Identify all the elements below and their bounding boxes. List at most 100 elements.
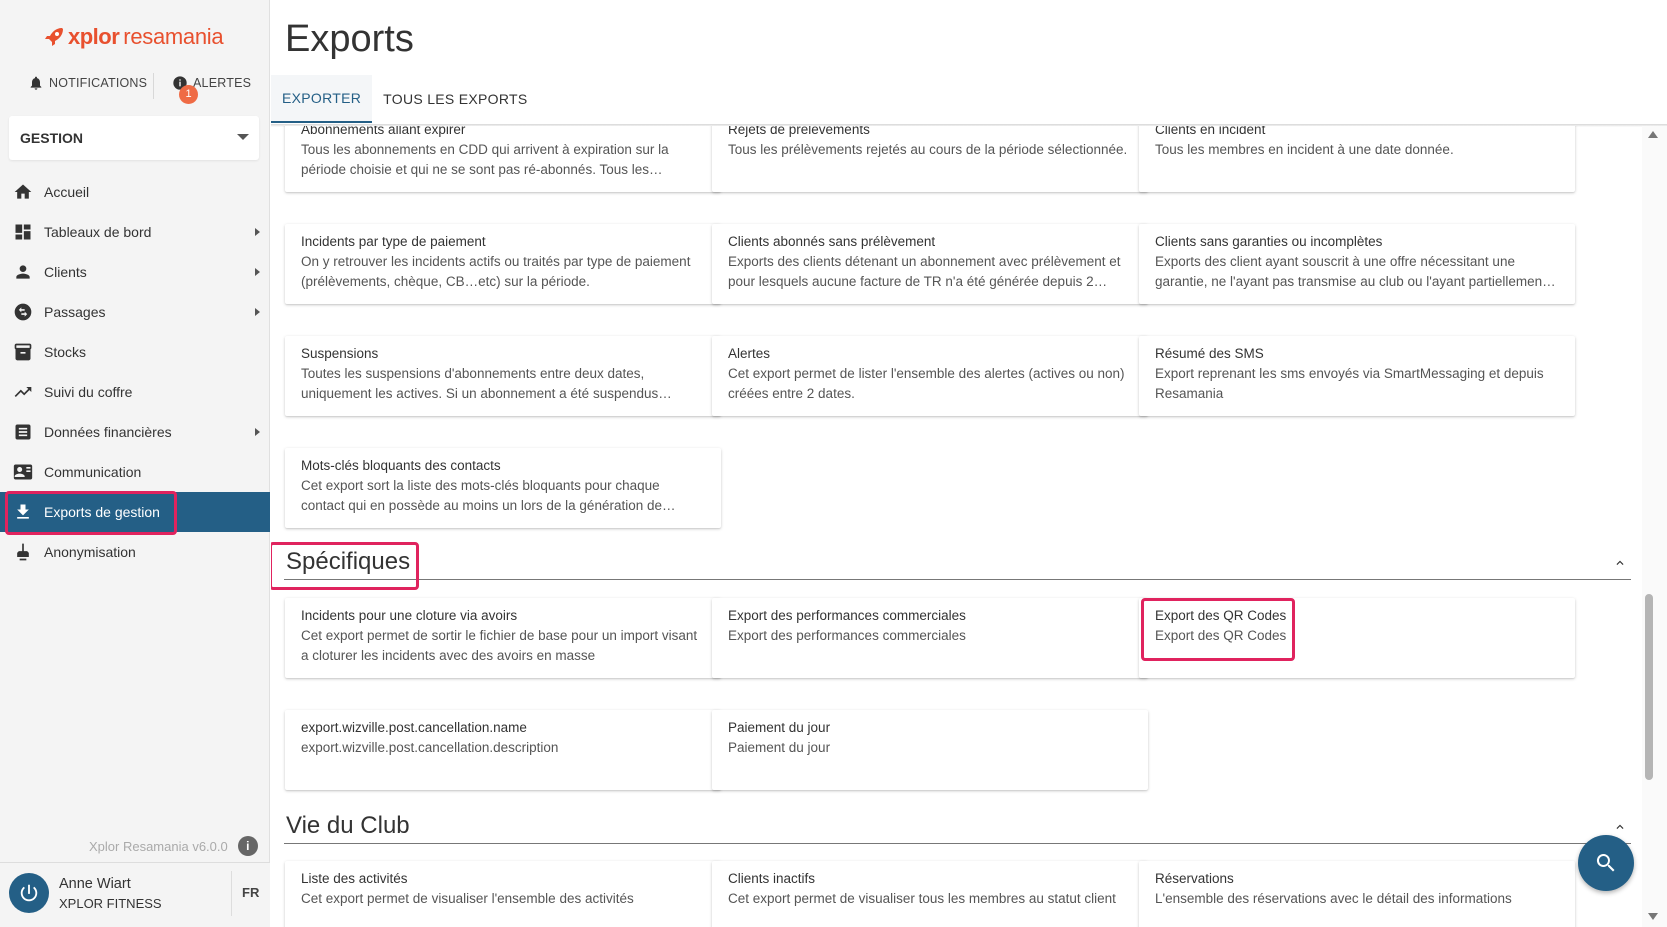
export-card-title: Paiement du jour: [728, 720, 831, 735]
sidebar-item-label: Stocks: [44, 344, 87, 360]
sidebar-item-exports-de-gestion[interactable]: Exports de gestion: [0, 492, 270, 532]
export-card-description: Exports des client ayant souscrit à une …: [1155, 254, 1556, 289]
sidebar-item-label: Accueil: [44, 184, 90, 200]
sidebar-item-tableaux-de-bord[interactable]: Tableaux de bord: [0, 212, 270, 252]
submenu-arrow-icon: [255, 308, 260, 316]
scroll-up-arrow-icon[interactable]: [1648, 131, 1658, 138]
exports-list: Abonnements allant expirer Tous les abon…: [271, 126, 1647, 927]
power-icon: [20, 884, 38, 902]
chevron-up-icon[interactable]: [1613, 820, 1627, 834]
export-card[interactable]: Réservations L'ensemble des réservations…: [1139, 861, 1575, 927]
export-card-description: export.wizville.post.cancellation.descri…: [301, 740, 559, 755]
export-card[interactable]: Clients en incident Tous les membres en …: [1139, 126, 1575, 192]
language-selector[interactable]: FR: [242, 885, 259, 900]
sidebar-item-label: Données financières: [44, 424, 172, 440]
swap-icon: [12, 301, 34, 323]
export-card[interactable]: Clients sans garanties ou incomplètes Ex…: [1139, 224, 1575, 304]
export-card[interactable]: Clients abonnés sans prélèvement Exports…: [712, 224, 1148, 304]
sidebar-item-anonymisation[interactable]: Anonymisation: [0, 532, 270, 572]
contact-card-icon: [12, 461, 34, 483]
export-card[interactable]: export.wizville.post.cancellation.name e…: [285, 710, 721, 790]
export-card-description: Cet export permet de visualiser l'ensemb…: [301, 891, 634, 906]
sidebar-item-communication[interactable]: Communication: [0, 452, 270, 492]
export-card[interactable]: Liste des activités Cet export permet de…: [285, 861, 721, 927]
export-card-title: Export des performances commerciales: [728, 608, 966, 623]
export-card[interactable]: Clients inactifs Cet export permet de vi…: [712, 861, 1148, 927]
sidebar-item-label: Exports de gestion: [44, 504, 160, 520]
sidebar-item-label: Communication: [44, 464, 142, 480]
sidebar-item-stocks[interactable]: Stocks: [0, 332, 270, 372]
sidebar-item-donnees-financieres[interactable]: Données financières: [0, 412, 270, 452]
submenu-arrow-icon: [255, 428, 260, 436]
export-card-title: Résumé des SMS: [1155, 346, 1264, 361]
sidebar-item-suivi-du-coffre[interactable]: Suivi du coffre: [0, 372, 270, 412]
user-bar: Anne Wiart XPLOR FITNESS FR: [0, 862, 270, 927]
export-card-description: Paiement du jour: [728, 740, 831, 755]
scrollbar-thumb[interactable]: [1645, 594, 1653, 780]
alerts-count-badge: 1: [179, 85, 198, 104]
vertical-scrollbar[interactable]: [1642, 126, 1667, 927]
export-card[interactable]: Résumé des SMS Export reprenant les sms …: [1139, 336, 1575, 416]
logout-button[interactable]: [9, 873, 49, 913]
export-card-title: Suspensions: [301, 346, 379, 361]
main-content: Exports EXPORTER TOUS LES EXPORTS Abonne…: [271, 0, 1667, 927]
export-card-title: export.wizville.post.cancellation.name: [301, 720, 527, 735]
download-icon: [12, 501, 34, 523]
broom-icon: [12, 541, 34, 563]
top-buttons: NOTIFICATIONS ALERTES: [0, 73, 270, 99]
export-card-description: On y retrouver les incidents actifs ou t…: [301, 254, 691, 289]
search-fab-button[interactable]: [1578, 835, 1634, 891]
export-card[interactable]: Suspensions Toutes les suspensions d'abo…: [285, 336, 721, 416]
export-card[interactable]: Paiement du jour Paiement du jour: [712, 710, 1148, 790]
export-card-description: L'ensemble des réservations avec le déta…: [1155, 891, 1512, 906]
export-card-title: Clients sans garanties ou incomplètes: [1155, 234, 1383, 249]
version-info: Xplor Resamania v6.0.0 i: [89, 836, 258, 856]
sidebar-item-label: Anonymisation: [44, 544, 136, 560]
submenu-arrow-icon: [255, 268, 260, 276]
tab-tous-les-exports[interactable]: TOUS LES EXPORTS: [372, 75, 538, 123]
sidebar: xplor resamania NOTIFICATIONS ALERTES 1 …: [0, 0, 270, 927]
export-card[interactable]: Incidents pour une cloture via avoirs Ce…: [285, 598, 721, 678]
scroll-down-arrow-icon[interactable]: [1648, 913, 1658, 920]
alerts-label: ALERTES: [193, 76, 252, 90]
section-header-vie-du-club[interactable]: Vie du Club: [284, 806, 1631, 844]
export-card-qr-codes[interactable]: Export des QR Codes Export des QR Codes: [1139, 598, 1575, 678]
brand-resamania: resamania: [123, 24, 224, 49]
sidebar-item-clients[interactable]: Clients: [0, 252, 270, 292]
sidebar-nav: Accueil Tableaux de bord Clients Passage…: [0, 172, 270, 572]
rocket-logo-icon: [45, 28, 63, 46]
module-select[interactable]: GESTION: [9, 116, 259, 160]
export-card-title: Export des QR Codes: [1155, 608, 1287, 623]
sidebar-item-passages[interactable]: Passages: [0, 292, 270, 332]
sidebar-item-label: Clients: [44, 264, 87, 280]
export-card-description: Cet export permet de sortir le fichier d…: [301, 628, 698, 663]
export-card[interactable]: Abonnements allant expirer Tous les abon…: [285, 126, 721, 192]
notifications-button[interactable]: NOTIFICATIONS: [28, 75, 147, 91]
export-card-title: Incidents par type de paiement: [301, 234, 486, 249]
export-card[interactable]: Mots-clés bloquants des contacts Cet exp…: [285, 448, 721, 528]
export-card[interactable]: Alertes Cet export permet de lister l'en…: [712, 336, 1148, 416]
export-card[interactable]: Export des performances commerciales Exp…: [712, 598, 1148, 678]
export-card-description: Cet export permet de lister l'ensemble d…: [728, 366, 1125, 401]
module-select-value: GESTION: [20, 130, 84, 146]
export-card-description: Toutes les suspensions d'abonnements ent…: [301, 366, 672, 401]
export-card-description: Tous les prélèvements rejetés au cours d…: [728, 142, 1128, 157]
chevron-up-icon[interactable]: [1613, 556, 1627, 570]
export-card-description: Tous les membres en incident à une date …: [1155, 142, 1454, 157]
info-icon[interactable]: i: [237, 836, 258, 856]
export-card[interactable]: Rejets de prélèvements Tous les prélèvem…: [712, 126, 1148, 192]
export-card-description: Export des performances commerciales: [728, 628, 966, 643]
dashboard-icon: [12, 221, 34, 243]
inventory-icon: [12, 341, 34, 363]
list-icon: [12, 421, 34, 443]
export-card[interactable]: Incidents par type de paiement On y retr…: [285, 224, 721, 304]
brand-xplor: xplor: [68, 24, 120, 49]
sidebar-item-label: Suivi du coffre: [44, 384, 133, 400]
home-icon: [12, 181, 34, 203]
section-header-specifiques[interactable]: Spécifiques: [284, 542, 1631, 580]
app-logo[interactable]: xplor resamania: [42, 20, 224, 54]
export-card-title: Clients abonnés sans prélèvement: [728, 234, 936, 249]
tab-exporter[interactable]: EXPORTER: [271, 75, 373, 123]
sidebar-item-accueil[interactable]: Accueil: [0, 172, 270, 212]
notifications-label: NOTIFICATIONS: [49, 76, 148, 90]
